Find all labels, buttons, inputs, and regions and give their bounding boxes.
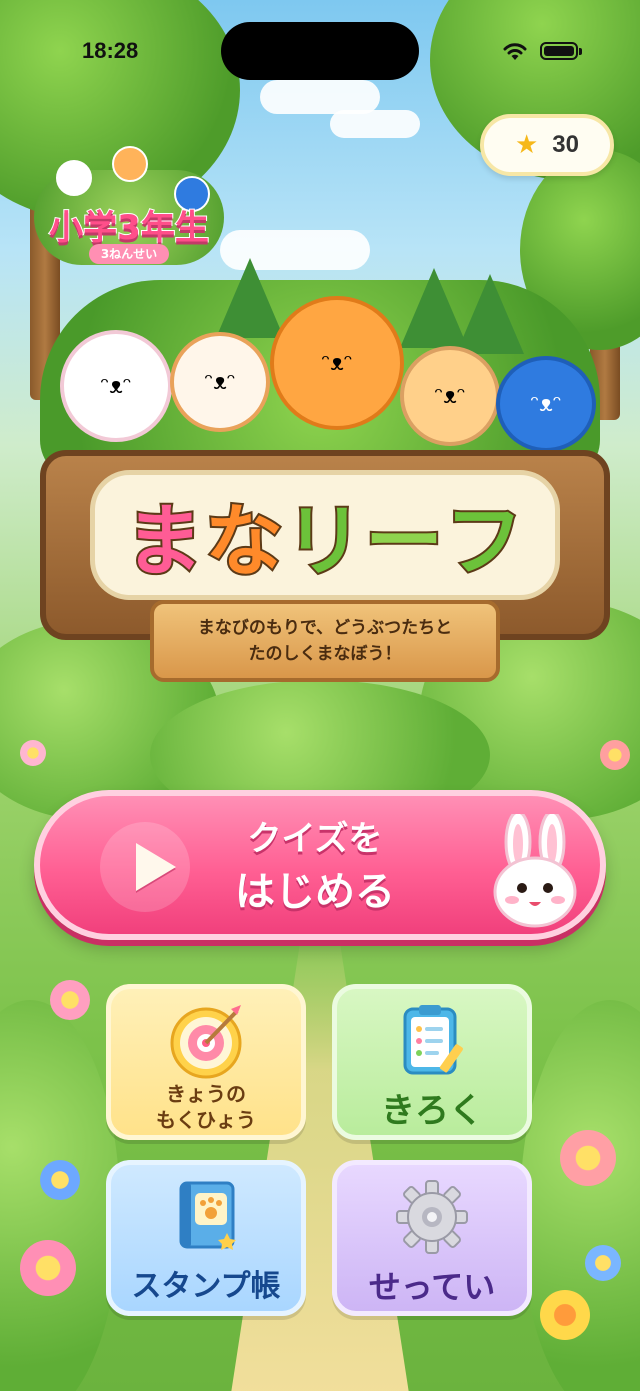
tagline-plank: まなびのもりで、どうぶつたちと たのしくまなぼう！ [150,600,500,682]
star-icon: ★ [514,130,539,160]
flower [540,1290,590,1340]
wifi-icon [503,43,527,60]
tagline-line2: たのしくまなぼう！ [248,644,402,664]
star-counter[interactable]: ★ 30 [480,114,614,176]
logo-char: ま [123,495,205,589]
play-icon [136,843,176,891]
cloud [330,110,420,138]
start-quiz-label: クイズを はじめる [190,814,440,920]
grade-reading: 3ねんせい [89,244,169,264]
dynamic-island [221,22,419,80]
title-board: ᵔᴥᵔ ᵔᴥᵔ ᵔᴥᵔ ᵔᴥᵔ ᵔᴥᵔ ま な リ ー フ まなびのもりで、どう… [20,258,620,690]
flower [20,740,46,766]
clipboard-icon [403,1005,463,1075]
settings-label: せってい [368,1268,496,1306]
pine-tree [216,258,284,338]
bunny-icon [56,160,92,196]
calico-cat-character: ᵔᴥᵔ [170,332,270,432]
flower [50,980,90,1020]
records-label: きろく [381,1091,483,1131]
flower [560,1130,616,1186]
hamster-character: ᵔᴥᵔ [400,346,500,446]
today-goal-button[interactable]: きょうの もくひょう [106,984,306,1140]
settings-button[interactable]: せってい [332,1160,532,1316]
flower [600,740,630,770]
records-button[interactable]: きろく [332,984,532,1140]
logo-char: ー [363,495,446,589]
stamp-book-icon [179,1181,236,1250]
shiba-dog-character: ᵔᴥᵔ [270,296,404,430]
start-line1: クイズを [247,819,383,859]
battery-icon [540,42,582,60]
stamp-book-label: スタンプ帳 [131,1269,281,1304]
logo-char: フ [443,495,526,589]
app-logo: ま な リ ー フ [90,470,560,600]
bunny-character: ᵔᴥᵔ [60,330,172,442]
today-goal-line1: きょうの [166,1082,246,1106]
target-icon [170,1005,242,1079]
status-time: 18:28 [82,38,139,63]
logo-char: リ [283,495,365,589]
today-goal-label: きょうの もくひょう [111,1081,301,1133]
gear-icon [396,1180,468,1254]
today-goal-line2: もくひょう [156,1108,256,1132]
status-bar: 18:28 [0,0,640,100]
stamp-book-button[interactable]: スタンプ帳 [106,1160,306,1316]
grade-label: 小学3年生 [48,207,210,249]
logo-char: な [203,495,285,589]
penguin-character: ᵔᴥᵔ [496,356,596,452]
star-count: 30 [552,131,579,158]
flower [40,1160,80,1200]
flower [20,1240,76,1296]
grade-badge[interactable]: 小学3年生 3ねんせい [34,146,224,270]
pine-tree [456,274,524,354]
cat-icon [112,146,148,182]
start-line2: はじめる [235,869,395,915]
flower [585,1245,621,1281]
tagline-line1: まなびのもりで、どうぶつたちと [197,618,453,638]
bunny-mascot-icon [493,814,577,928]
start-quiz-button[interactable]: クイズを はじめる [34,790,606,940]
